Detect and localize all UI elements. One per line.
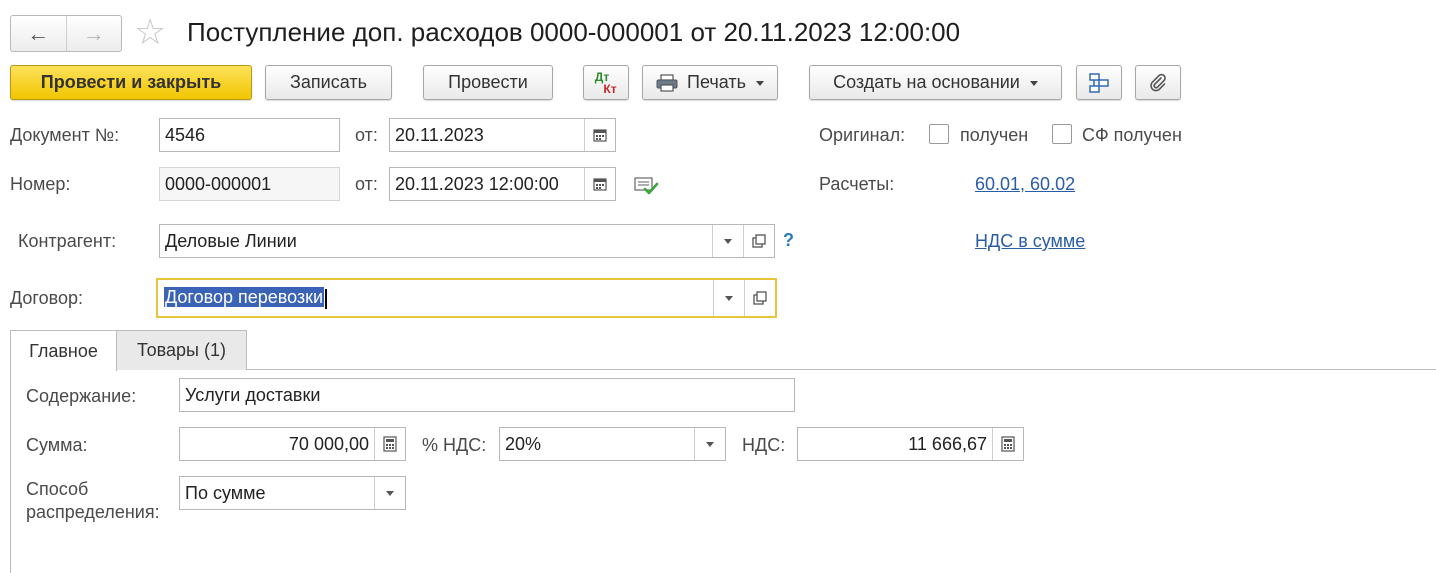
datetime-value: 20.11.2023 12:00:00 — [395, 173, 559, 194]
vat-rate-label: % НДС: — [422, 435, 487, 455]
datetime-input[interactable]: 20.11.2023 12:00:00 — [389, 167, 616, 201]
attachments-button[interactable] — [1135, 65, 1181, 100]
paperclip-icon — [1148, 73, 1168, 93]
dropdown-button[interactable] — [713, 280, 744, 316]
open-window-icon — [753, 291, 767, 305]
chevron-down-icon — [724, 238, 732, 244]
datetime-from-label: от: — [355, 174, 378, 194]
dt-kt-icon-bottom: Кт — [603, 81, 617, 96]
vat-rate-select[interactable]: 20% — [499, 427, 726, 461]
sum-label: Сумма: — [26, 435, 88, 455]
help-icon[interactable]: ? — [783, 230, 794, 251]
number-value: 0000-000001 — [165, 173, 272, 194]
doc-date-input[interactable]: 20.11.2023 — [389, 118, 616, 152]
chevron-down-icon — [755, 81, 764, 86]
sum-input[interactable]: 70 000,00 — [179, 427, 406, 461]
contractor-label: Контрагент: — [18, 231, 117, 251]
sf-received-label: СФ получен — [1082, 125, 1182, 145]
vat-rate-value: 20% — [505, 433, 542, 454]
open-window-icon — [752, 234, 766, 248]
vat-in-sum-link[interactable]: НДС в сумме — [975, 231, 1085, 252]
open-button[interactable] — [743, 225, 774, 257]
open-button[interactable] — [744, 280, 775, 316]
doc-date-value: 20.11.2023 — [395, 124, 484, 145]
settlements-label: Расчеты: — [819, 174, 895, 194]
print-button[interactable]: Печать — [642, 65, 778, 100]
dropdown-button[interactable] — [694, 428, 725, 460]
contractor-value: Деловые Линии — [165, 230, 297, 251]
dt-kt-button[interactable]: Дт Кт — [583, 65, 629, 100]
calendar-icon[interactable] — [584, 168, 615, 200]
calculator-icon[interactable] — [992, 428, 1023, 460]
contract-value: Договор перевозки — [164, 287, 325, 308]
contract-value-wrap: Договор перевозки — [158, 287, 713, 309]
navigation-buttons: ← → — [10, 15, 122, 52]
settlements-link[interactable]: 60.01, 60.02 — [975, 174, 1075, 195]
original-label: Оригинал: — [819, 125, 906, 145]
doc-date-from-label: от: — [355, 125, 378, 145]
dropdown-button[interactable] — [712, 225, 743, 257]
arrow-right-icon: → — [82, 20, 105, 46]
number-input[interactable]: 0000-000001 — [159, 167, 340, 201]
contractor-input[interactable]: Деловые Линии — [159, 224, 775, 258]
number-label: Номер: — [10, 174, 71, 194]
content-label: Содержание: — [26, 386, 137, 406]
contract-label: Договор: — [10, 288, 83, 308]
original-received-checkbox[interactable] — [929, 124, 949, 144]
tab-divider — [116, 369, 1436, 370]
printer-icon — [656, 73, 678, 92]
page-title: Поступление доп. расходов 0000-000001 от… — [187, 17, 961, 47]
create-based-on-button[interactable]: Создать на основании — [809, 65, 1062, 100]
calendar-icon[interactable] — [584, 119, 615, 151]
document-posted-icon[interactable] — [634, 175, 660, 197]
print-label: Печать — [687, 72, 746, 92]
distribution-label-line2: распределения: — [26, 502, 160, 522]
create-based-label: Создать на основании — [833, 72, 1020, 92]
save-button[interactable]: Записать — [265, 65, 392, 100]
post-button[interactable]: Провести — [423, 65, 553, 100]
chevron-down-icon — [386, 490, 394, 496]
dropdown-button[interactable] — [374, 477, 405, 509]
vat-value: 11 666,67 — [908, 433, 987, 454]
sf-received-checkbox[interactable] — [1052, 124, 1072, 144]
post-and-close-button[interactable]: Провести и закрыть — [10, 65, 252, 100]
arrow-left-icon: ← — [27, 20, 50, 46]
doc-number-input[interactable]: 4546 — [159, 118, 340, 152]
forward-button[interactable]: → — [65, 16, 122, 51]
doc-number-label: Документ №: — [10, 125, 120, 145]
original-received-label: получен — [960, 125, 1029, 145]
tab-goods[interactable]: Товары (1) — [116, 330, 247, 370]
distribution-select[interactable]: По сумме — [179, 476, 406, 510]
chevron-down-icon — [725, 295, 733, 301]
content-value: Услуги доставки — [185, 384, 321, 405]
structure-button[interactable] — [1076, 65, 1122, 100]
doc-number-value: 4546 — [165, 124, 206, 145]
text-cursor — [325, 288, 328, 309]
vat-input[interactable]: 11 666,67 — [797, 427, 1024, 461]
structure-icon — [1088, 72, 1110, 94]
distribution-label-line1: Способ — [26, 479, 89, 499]
vat-label: НДС: — [742, 435, 786, 455]
distribution-value: По сумме — [185, 482, 266, 503]
dt-kt-icon-top: Дт — [594, 69, 610, 84]
favorite-star-icon[interactable]: ☆ — [134, 14, 166, 50]
tab-panel-border — [10, 370, 11, 573]
calculator-icon[interactable] — [374, 428, 405, 460]
contract-input[interactable]: Договор перевозки — [156, 278, 777, 318]
sum-value: 70 000,00 — [288, 433, 369, 454]
back-button[interactable]: ← — [11, 16, 66, 51]
tab-main[interactable]: Главное — [10, 330, 117, 371]
content-input[interactable]: Услуги доставки — [179, 378, 795, 412]
chevron-down-icon — [1029, 81, 1038, 86]
chevron-down-icon — [706, 441, 714, 447]
distribution-label: Способ распределения: — [26, 478, 160, 524]
